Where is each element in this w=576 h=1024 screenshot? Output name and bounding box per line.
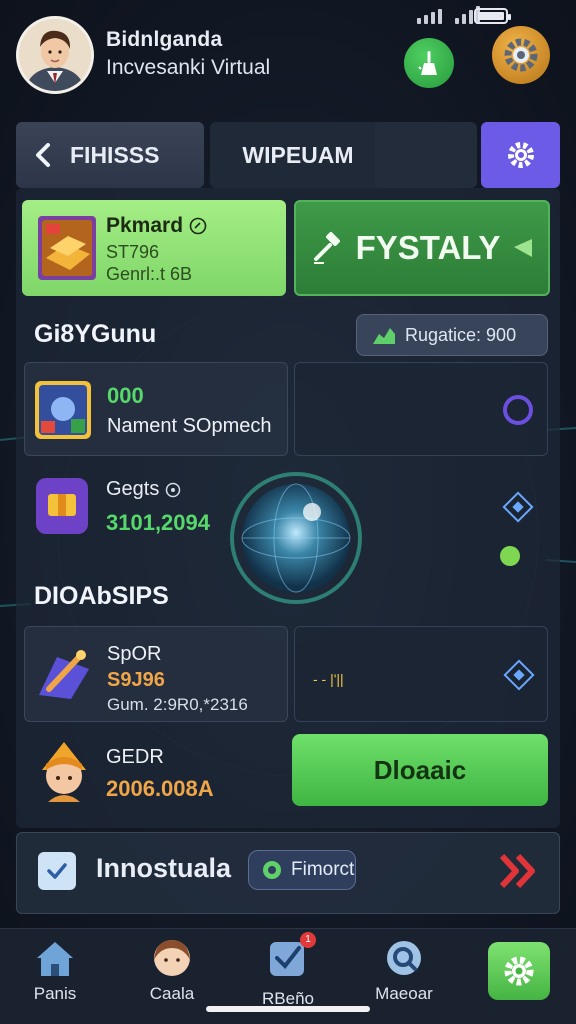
user-subtitle: Incvesanki Virtual	[106, 56, 271, 79]
promo-line2: Genrl:.t 6B	[106, 264, 193, 284]
section-title-2: DIOAbSIPS	[34, 582, 169, 610]
item-card-3[interactable]: SpOR S9J96 Gum. 2:9R0,*2316	[24, 626, 288, 722]
section-title-1: Gi8YGunu	[34, 320, 157, 348]
graphic-card-1	[294, 362, 548, 456]
nav-item-panis[interactable]: Panis	[5, 938, 105, 1004]
gear-icon	[507, 142, 534, 168]
diamond-icon[interactable]	[503, 659, 535, 691]
nav-item-settings[interactable]	[488, 942, 550, 1000]
fystaly-button[interactable]: FYSTALY	[294, 200, 550, 296]
nav-item-caala[interactable]: Caala	[122, 938, 222, 1004]
item3-title: SpOR	[107, 643, 162, 665]
check-icon	[47, 863, 67, 879]
dloaaic-label: Dloaaic	[373, 754, 467, 785]
ring-icon[interactable]	[501, 393, 535, 427]
gift-box-icon	[36, 478, 88, 534]
promo-card[interactable]: Pkmard ST796 Genrl:.t 6B	[22, 200, 286, 296]
nav-label-caala: Caala	[149, 984, 195, 1003]
profile-avatar[interactable]	[16, 16, 94, 94]
broom-icon	[418, 51, 437, 75]
checkbox[interactable]	[38, 852, 76, 890]
dloaaic-button[interactable]: Dloaaic	[292, 734, 548, 806]
item4-amount: 2006.008A	[106, 776, 214, 801]
search-icon	[387, 941, 421, 975]
promo-title: Pkmard	[106, 214, 184, 237]
tab-mid-label: WIPEUAM	[242, 141, 354, 168]
info-icon	[189, 217, 207, 235]
gear-icon	[504, 38, 538, 72]
gadget-icon	[35, 381, 91, 439]
nav-label-panis: Panis	[33, 984, 77, 1003]
nav-item-maeoar[interactable]: Maeoar	[354, 938, 454, 1004]
promo-line1: ST796	[106, 242, 160, 262]
home-icon	[37, 942, 73, 976]
tab-empty[interactable]	[375, 122, 477, 188]
item3-label: Gum. 2:9R0,*2316	[107, 695, 248, 714]
avatar-icon	[154, 940, 190, 976]
stats-pill[interactable]: Rugatice: 900	[356, 314, 548, 356]
nav-badge: 1	[300, 932, 316, 948]
signal-icon	[417, 6, 480, 24]
info-icon	[166, 482, 181, 497]
fimorct-button[interactable]: Fimorct	[248, 850, 356, 890]
fimorct-label: Fimorct	[291, 859, 355, 880]
hammer-icon	[313, 232, 340, 264]
item1-label: Nament SOpmech	[107, 415, 272, 437]
graphic-card-2: - - |'||	[294, 626, 548, 722]
chart-icon	[373, 328, 395, 344]
promo-title-row: Pkmard	[106, 214, 207, 238]
mini-indicator: - - |'||	[313, 671, 344, 687]
chevron-left-icon	[36, 143, 50, 167]
tab-settings[interactable]	[481, 122, 560, 188]
settings-button[interactable]	[492, 26, 550, 84]
nav-label-maeoar: Maeoar	[375, 984, 433, 1003]
user-name: Bidnlganda	[106, 28, 223, 51]
tab-bar: FIHISSS WIPEUAM	[16, 122, 560, 188]
item3-amount: S9J96	[107, 669, 165, 691]
tab-wipeuam[interactable]: WIPEUAM	[210, 122, 386, 188]
item2-amount: 3101,2094	[106, 510, 210, 535]
stats-pill-label: Rugatice: 900	[405, 324, 517, 345]
footer-text: Innostuala	[96, 853, 232, 883]
double-chevron-right-icon[interactable]	[498, 852, 538, 890]
tab-back-label: FIHISSS	[70, 141, 160, 168]
clean-button[interactable]	[404, 38, 454, 88]
tasks-icon-wrap: 1	[268, 932, 316, 983]
item1-amount: 000	[107, 383, 144, 408]
item-card-1[interactable]: 000 Nament SOpmech	[24, 362, 288, 456]
item2-title-row: Gegts	[106, 478, 181, 501]
wand-icon	[39, 650, 89, 699]
item2-title: Gegts	[106, 478, 160, 500]
character-icon	[42, 742, 86, 802]
home-indicator	[206, 1006, 370, 1012]
item-card-2[interactable]: Gegts 3101,2094	[24, 466, 288, 560]
item4-title: GEDR	[106, 746, 164, 768]
arrow-icon	[514, 239, 533, 257]
tab-back[interactable]: FIHISSS	[16, 122, 204, 188]
toggle-icon	[263, 861, 281, 879]
battery-icon	[474, 8, 511, 24]
item-card-4[interactable]: GEDR 2006.008A	[24, 732, 288, 812]
status-dot	[500, 546, 520, 566]
treasure-icon	[38, 216, 96, 280]
nav-item-rbeno[interactable]: 1 RBeño	[238, 932, 338, 1009]
avatar-icon	[19, 19, 91, 91]
gear-icon	[504, 956, 534, 986]
fystaly-label: FYSTALY	[355, 229, 501, 266]
